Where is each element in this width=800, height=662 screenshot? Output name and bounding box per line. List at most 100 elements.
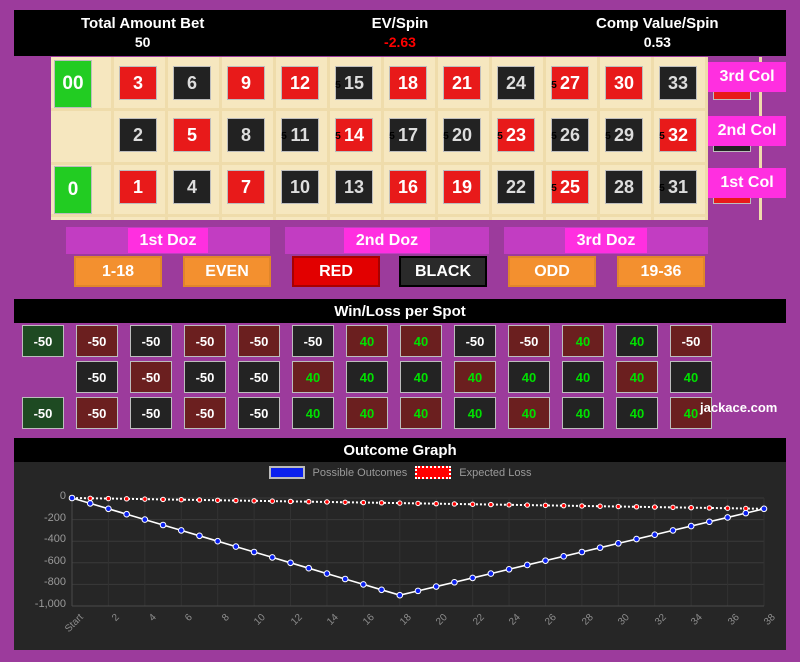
- stat-comp-value-per-spin: Comp Value/Spin 0.53: [529, 10, 786, 56]
- winloss-cell: 40: [292, 361, 334, 393]
- bet-number-22[interactable]: 22: [497, 170, 535, 204]
- bet-2nd-column[interactable]: 2nd Col: [708, 116, 786, 146]
- bet-chip[interactable]: 5: [331, 131, 345, 142]
- series-possible-outcomes: [71, 497, 765, 597]
- winloss-cell: -50: [130, 361, 172, 393]
- winloss-cell: -50: [238, 325, 280, 357]
- winloss-value: 40: [683, 369, 699, 385]
- y-axis-tick: -200: [43, 511, 66, 524]
- bet-number-1[interactable]: 1: [119, 170, 157, 204]
- winloss-cell: 40: [562, 397, 604, 429]
- felt-gridline: [489, 57, 492, 220]
- felt-gridline: [111, 57, 114, 220]
- bet-number-3[interactable]: 3: [119, 66, 157, 100]
- winloss-value: 40: [629, 369, 645, 385]
- bet-black[interactable]: BLACK: [399, 256, 487, 287]
- stat-label: Total Amount Bet: [81, 15, 205, 32]
- winloss-cell: 40: [400, 325, 442, 357]
- stat-label: EV/Spin: [371, 15, 429, 32]
- winloss-cell: -50: [508, 325, 550, 357]
- winloss-cell: 40: [616, 397, 658, 429]
- winloss-value: -50: [33, 333, 53, 349]
- bet-low-1-18[interactable]: 1-18: [74, 256, 162, 287]
- winloss-cell: -50: [130, 397, 172, 429]
- bet-chip[interactable]: 5: [493, 131, 507, 142]
- winloss-cell: -50: [76, 361, 118, 393]
- winloss-cell: 40: [508, 397, 550, 429]
- winloss-value: -50: [33, 405, 53, 421]
- bet-chip[interactable]: 5: [547, 131, 561, 142]
- bet-3rd-column[interactable]: 3rd Col: [708, 62, 786, 92]
- winloss-cell: 40: [346, 361, 388, 393]
- felt-gridline: [597, 57, 600, 220]
- bet-number-2[interactable]: 2: [119, 118, 157, 152]
- winloss-value: -50: [519, 333, 539, 349]
- bet-chip[interactable]: 5: [331, 80, 345, 91]
- winloss-cell: 40: [670, 361, 712, 393]
- bet-chip[interactable]: 5: [385, 131, 399, 142]
- stat-total-amount-bet: Total Amount Bet 50: [14, 10, 271, 56]
- winloss-cell: -50: [238, 361, 280, 393]
- bet-number-8[interactable]: 8: [227, 118, 265, 152]
- stat-value: 50: [134, 34, 151, 50]
- winloss-value: -50: [249, 405, 269, 421]
- bet-number-18[interactable]: 18: [389, 66, 427, 100]
- winloss-value: -50: [249, 369, 269, 385]
- winloss-value: 40: [467, 405, 483, 421]
- bet-red[interactable]: RED: [292, 256, 380, 287]
- bet-number-19[interactable]: 19: [443, 170, 481, 204]
- winloss-value: 40: [359, 333, 375, 349]
- bet-2nd-dozen[interactable]: 2nd Doz: [285, 227, 489, 254]
- winloss-value: 40: [305, 405, 321, 421]
- bet-number-5[interactable]: 5: [173, 118, 211, 152]
- outcome-graph-plot: Possible Outcomes Expected Loss 0 -200 -40…: [14, 462, 786, 650]
- winloss-value: 40: [305, 369, 321, 385]
- bet-number-24[interactable]: 24: [497, 66, 535, 100]
- winloss-value: 40: [629, 405, 645, 421]
- bet-number-00[interactable]: 00: [54, 60, 92, 108]
- bet-number-33[interactable]: 33: [659, 66, 697, 100]
- winloss-cell: 40: [616, 361, 658, 393]
- bet-chip[interactable]: 5: [655, 131, 669, 142]
- winloss-value: 40: [575, 369, 591, 385]
- stat-label: Comp Value/Spin: [596, 15, 719, 32]
- bet-chip[interactable]: 5: [547, 183, 561, 194]
- bet-number-30[interactable]: 30: [605, 66, 643, 100]
- y-axis-tick: -800: [43, 576, 66, 589]
- bet-1st-column[interactable]: 1st Col: [708, 168, 786, 198]
- bet-number-0[interactable]: 0: [54, 166, 92, 214]
- felt-gridline: [219, 57, 222, 220]
- bet-number-13[interactable]: 13: [335, 170, 373, 204]
- outcome-graph-title: Outcome Graph: [14, 438, 786, 462]
- winloss-value: 40: [575, 333, 591, 349]
- bet-chip[interactable]: 5: [547, 80, 561, 91]
- bet-number-28[interactable]: 28: [605, 170, 643, 204]
- bet-1st-dozen[interactable]: 1st Doz: [66, 227, 270, 254]
- winloss-cell: -50: [238, 397, 280, 429]
- bet-even[interactable]: EVEN: [183, 256, 271, 287]
- bet-number-6[interactable]: 6: [173, 66, 211, 100]
- bet-chip[interactable]: 5: [277, 131, 291, 142]
- y-axis-tick: -400: [43, 533, 66, 546]
- felt-gridline: [165, 57, 168, 220]
- bet-3rd-dozen[interactable]: 3rd Doz: [504, 227, 708, 254]
- bet-number-21[interactable]: 21: [443, 66, 481, 100]
- winloss-cell: 40: [508, 361, 550, 393]
- felt-gridline: [51, 162, 706, 165]
- felt-gridline: [51, 214, 706, 217]
- winloss-value: -50: [195, 405, 215, 421]
- bet-number-4[interactable]: 4: [173, 170, 211, 204]
- bet-number-12[interactable]: 12: [281, 66, 319, 100]
- bet-high-19-36[interactable]: 19-36: [617, 256, 705, 287]
- bet-chip[interactable]: 5: [601, 131, 615, 142]
- winloss-cell: -50: [130, 325, 172, 357]
- winloss-value: -50: [87, 369, 107, 385]
- bet-number-10[interactable]: 10: [281, 170, 319, 204]
- bet-chip[interactable]: 5: [655, 183, 669, 194]
- bet-odd[interactable]: ODD: [508, 256, 596, 287]
- bet-number-7[interactable]: 7: [227, 170, 265, 204]
- bet-chip[interactable]: 5: [439, 131, 453, 142]
- bet-number-16[interactable]: 16: [389, 170, 427, 204]
- y-axis-tick: -1,000: [34, 598, 66, 610]
- bet-number-9[interactable]: 9: [227, 66, 265, 100]
